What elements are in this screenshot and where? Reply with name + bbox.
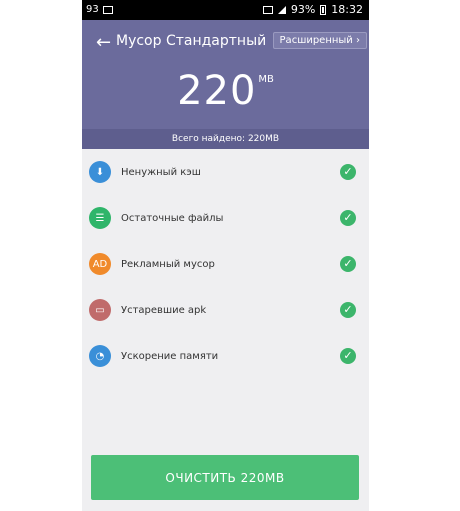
item-label: Остаточные файлы <box>121 212 224 224</box>
battery-icon <box>320 4 327 15</box>
list-item[interactable]: ⬇ Ненужный кэш ✓ <box>82 149 369 195</box>
check-icon[interactable]: ✓ <box>340 164 356 180</box>
check-icon[interactable]: ✓ <box>340 348 356 364</box>
speed-icon: ◔ <box>89 345 111 367</box>
list-item[interactable]: ☰ Остаточные файлы ✓ <box>82 195 369 241</box>
page-title: Мусор Стандартный <box>116 33 267 49</box>
list-item[interactable]: ▭ Устаревшие apk ✓ <box>82 287 369 333</box>
download-box-icon: ⬇ <box>89 161 111 183</box>
list-item[interactable]: ◔ Ускорение памяти ✓ <box>82 333 369 379</box>
clean-button[interactable]: ОЧИСТИТЬ 220MB <box>91 455 359 500</box>
check-icon[interactable]: ✓ <box>340 210 356 226</box>
status-left: 93 <box>86 4 113 15</box>
junk-size-unit: MB <box>258 74 274 85</box>
advanced-button[interactable]: Расширенный › <box>272 32 367 49</box>
item-label: Ускорение памяти <box>121 350 219 362</box>
check-icon[interactable]: ✓ <box>340 256 356 272</box>
battery-percent: 93% <box>290 3 316 16</box>
folder-icon: ▭ <box>89 299 111 321</box>
header: ← Мусор Стандартный Расширенный › 220 MB <box>82 20 369 129</box>
found-summary: Всего найдено: 220MB <box>82 129 369 149</box>
junk-size: 220 MB <box>82 68 369 114</box>
list-item[interactable]: AD Рекламный мусор ✓ <box>82 241 369 287</box>
status-left-text: 93 <box>86 4 99 15</box>
notification-icon <box>102 5 113 14</box>
junk-size-value: 220 <box>177 68 257 114</box>
signal-icon <box>277 5 286 14</box>
ad-icon: AD <box>89 253 111 275</box>
item-label: Рекламный мусор <box>121 258 215 270</box>
document-icon: ☰ <box>89 207 111 229</box>
junk-list: ⬇ Ненужный кэш ✓ ☰ Остаточные файлы ✓ AD… <box>82 149 369 379</box>
check-icon[interactable]: ✓ <box>340 302 356 318</box>
status-right: 93% 18:32 <box>262 3 363 16</box>
status-time: 18:32 <box>331 3 363 16</box>
cast-icon <box>262 5 273 14</box>
phone-screen: 93 93% 18:32 ← Мусор Стандартный Расшире… <box>82 0 369 511</box>
status-bar: 93 93% 18:32 <box>82 0 369 20</box>
back-icon[interactable]: ← <box>96 32 111 53</box>
item-label: Ненужный кэш <box>121 166 201 178</box>
item-label: Устаревшие apk <box>121 304 207 316</box>
